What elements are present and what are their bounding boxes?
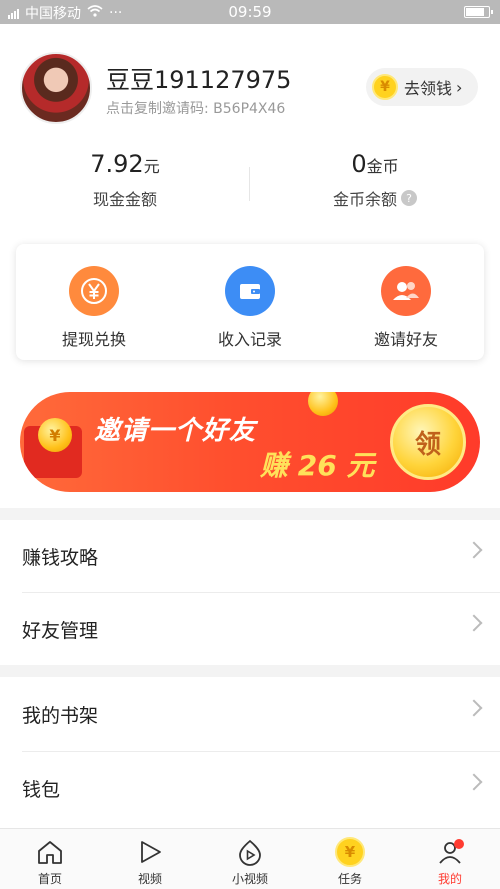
profile-page: 中国移动 ··· 09:59 豆豆191127975 点击复制邀请码: B56P… [0, 0, 500, 889]
section-separator [0, 665, 500, 677]
invite-friends-button[interactable]: 邀请好友 [328, 244, 484, 360]
coin-icon [308, 392, 338, 416]
invite-friends-label: 邀请好友 [373, 330, 438, 349]
income-records-button[interactable]: 收入记录 [172, 244, 328, 360]
menu-item-label: 钱包 [22, 778, 61, 801]
coin-value: 0 [351, 150, 367, 178]
tab-label: 任务 [337, 872, 362, 886]
withdraw-exchange-button[interactable]: 提现兑换 [16, 244, 172, 360]
friends-icon [381, 266, 431, 316]
yen-icon [69, 266, 119, 316]
menu-item-bookshelf[interactable]: 我的书架 [0, 678, 500, 750]
short-video-icon [235, 837, 265, 867]
invite-code-copy[interactable]: 点击复制邀请码: B56P4X46 [106, 98, 285, 118]
tab-label: 视频 [137, 872, 162, 886]
withdraw-exchange-label: 提现兑换 [61, 330, 126, 349]
menu-item-earning-guide[interactable]: 赚钱攻略 [0, 520, 500, 592]
avatar[interactable] [20, 52, 92, 124]
tab-home[interactable]: 首页 [0, 829, 100, 889]
menu-item-wallet[interactable]: 钱包 [0, 752, 500, 824]
home-icon [35, 837, 65, 867]
tab-tasks[interactable]: ¥ 任务 [300, 829, 400, 889]
tab-mine[interactable]: 我的 [400, 829, 500, 889]
menu-item-friend-management[interactable]: 好友管理 [0, 593, 500, 665]
menu-item-label: 我的书架 [22, 704, 99, 727]
bottom-tab-bar: 首页 视频 小视频 ¥ 任务 我的 [0, 828, 500, 889]
section-separator [0, 508, 500, 520]
get-money-label: 去领钱 [404, 79, 453, 98]
tab-label: 小视频 [231, 872, 268, 886]
banner-title: 邀请一个好友 [94, 416, 257, 446]
chevron-right-icon: › [456, 77, 463, 97]
cash-value: 7.92 [90, 150, 144, 178]
chevron-right-icon [465, 541, 483, 559]
invite-banner[interactable]: ¥ 邀请一个好友 赚 26 元 领 [20, 392, 480, 492]
cash-label: 现金金额 [92, 190, 157, 209]
chevron-right-icon [465, 773, 483, 791]
username: 豆豆191127975 [106, 66, 292, 94]
cash-balance[interactable]: 7.92元 现金金额 [0, 150, 250, 210]
battery-icon [464, 6, 493, 18]
tab-video[interactable]: 视频 [100, 829, 200, 889]
tab-label: 我的 [437, 872, 462, 886]
play-icon [135, 837, 165, 867]
coin-unit: 金币 [366, 157, 399, 176]
chevron-right-icon [465, 699, 483, 717]
quick-actions-card: 提现兑换 收入记录 邀请好友 [16, 244, 484, 360]
income-records-label: 收入记录 [217, 330, 282, 349]
tab-label: 首页 [37, 872, 62, 886]
coin-label: 金币余额 [332, 190, 397, 209]
chevron-right-icon [465, 614, 483, 632]
clock: 09:59 [228, 3, 272, 21]
help-icon[interactable]: ? [401, 190, 417, 206]
banner-reward: 赚 26 元 [260, 449, 375, 482]
task-coin-icon: ¥ [335, 837, 365, 867]
get-money-button[interactable]: ¥ 去领钱 › [366, 68, 478, 106]
coin-icon: ¥ [38, 418, 72, 452]
menu-item-label: 好友管理 [22, 619, 99, 642]
coin-balance[interactable]: 0金币 金币余额? [250, 150, 500, 210]
claim-button[interactable]: 领 [390, 404, 466, 480]
coin-yen-icon: ¥ [372, 74, 398, 100]
status-bar: 中国移动 ··· 09:59 [0, 0, 500, 24]
tab-short-video[interactable]: 小视频 [200, 829, 300, 889]
menu-item-label: 赚钱攻略 [22, 546, 99, 569]
cash-unit: 元 [143, 157, 160, 176]
wallet-icon [225, 266, 275, 316]
notification-dot [454, 839, 464, 849]
